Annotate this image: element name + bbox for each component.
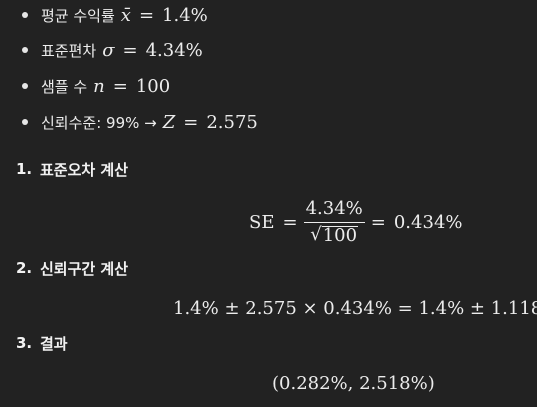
standard-error-formula: SE = 4.34% √ 100 = 0.434% [249, 196, 463, 248]
equals-sign: = [370, 211, 386, 233]
z-symbol: Z [162, 111, 176, 133]
equals-sign: = [138, 4, 155, 26]
section-number: 2. [16, 259, 33, 277]
equals-sign: = [122, 39, 138, 61]
equals-sign: = [282, 211, 298, 233]
section-title: 신뢰구간 계산 [40, 259, 129, 278]
section-title: 표준오차 계산 [40, 160, 129, 179]
n-symbol: n [93, 75, 105, 97]
se-result: 0.434% [393, 211, 463, 233]
confidence-level-label: 신뢰수준: 99% → [41, 113, 157, 132]
equals-sign: = [183, 111, 199, 133]
section-heading-confidence-interval: 2. 신뢰구간 계산 [16, 256, 128, 280]
section-title: 결과 [40, 334, 68, 353]
mean-return-value: 1.4% [162, 4, 208, 26]
bullet-icon [22, 47, 28, 53]
std-dev-label: 표준편차 [41, 41, 97, 60]
section-heading-result: 3. 결과 [16, 331, 68, 355]
mean-symbol: x̄ [120, 4, 131, 26]
std-dev-value: 4.34% [145, 39, 203, 61]
se-numerator: 4.34% [303, 199, 365, 223]
mean-return-label: 평균 수익률 [41, 6, 115, 25]
se-denominator: √ 100 [310, 223, 359, 246]
confidence-interval-formula: 1.4% ± 2.575 × 0.434% = 1.4% ± 1.118% [173, 296, 537, 320]
bullet-icon [22, 83, 28, 89]
equals-sign: = [112, 75, 128, 97]
list-item-confidence-level: 신뢰수준: 99% → Z = 2.575 [22, 110, 258, 134]
se-fraction: 4.34% √ 100 [303, 199, 365, 246]
list-item-mean-return: 평균 수익률 x̄ = 1.4% [22, 3, 208, 27]
z-value: 2.575 [206, 111, 258, 133]
sample-size-label: 샘플 수 [41, 77, 88, 96]
result-expression: (0.282%, 2.518%) [272, 372, 435, 394]
ci-expression: 1.4% ± 2.575 × 0.434% = 1.4% ± 1.118% [173, 297, 537, 319]
section-number: 1. [16, 160, 33, 178]
sigma-symbol: σ [102, 39, 115, 61]
sqrt-radicand: 100 [321, 225, 359, 246]
result-interval: (0.282%, 2.518%) [272, 371, 435, 395]
bullet-icon [22, 12, 28, 18]
section-heading-standard-error: 1. 표준오차 계산 [16, 157, 128, 181]
bullet-icon [22, 119, 28, 125]
section-number: 3. [16, 334, 33, 352]
se-lhs: SE [249, 211, 275, 233]
list-item-std-dev: 표준편차 σ = 4.34% [22, 38, 203, 62]
sqrt-icon: √ [310, 224, 322, 245]
sample-size-value: 100 [135, 75, 171, 97]
list-item-sample-size: 샘플 수 n = 100 [22, 74, 170, 98]
